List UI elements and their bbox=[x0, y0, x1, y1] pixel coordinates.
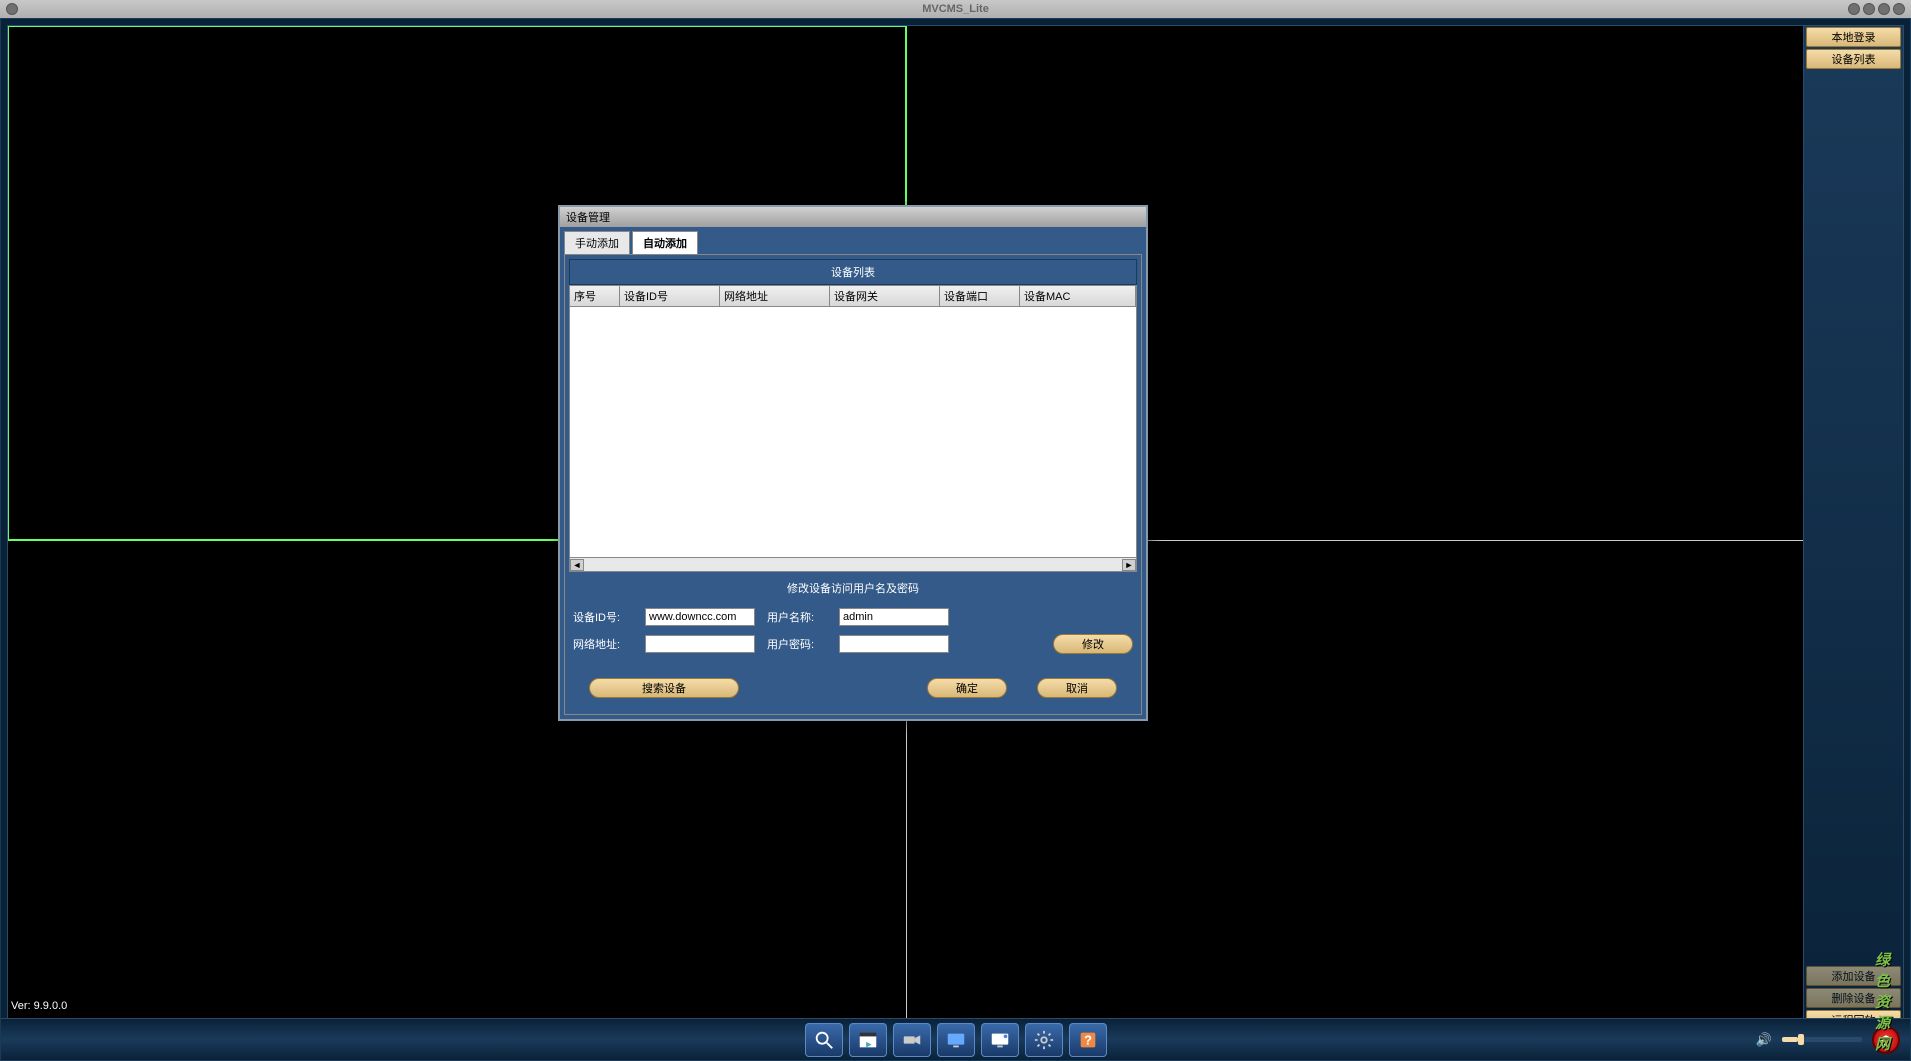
monitor-tool-button[interactable] bbox=[937, 1023, 975, 1057]
col-seq[interactable]: 序号 bbox=[570, 286, 620, 306]
device-id-label: 设备ID号: bbox=[573, 609, 633, 625]
minimize-button[interactable] bbox=[1848, 3, 1860, 15]
clapper-tool-button[interactable] bbox=[849, 1023, 887, 1057]
search-tool-button[interactable] bbox=[805, 1023, 843, 1057]
close-button[interactable] bbox=[1893, 3, 1905, 15]
net-addr-label: 网络地址: bbox=[573, 636, 633, 652]
device-list-button[interactable]: 设备列表 bbox=[1806, 49, 1901, 69]
device-manage-dialog: 设备管理 手动添加 自动添加 设备列表 序号 设备ID号 网络地址 设备网关 设… bbox=[558, 205, 1148, 721]
ok-button[interactable]: 确定 bbox=[927, 678, 1007, 698]
os-titlebar: MVCMS_Lite bbox=[0, 0, 1911, 18]
scroll-left-icon[interactable]: ◄ bbox=[570, 559, 584, 571]
username-label: 用户名称: bbox=[767, 609, 827, 625]
help-tool-button[interactable]: ? bbox=[1069, 1023, 1107, 1057]
col-id[interactable]: 设备ID号 bbox=[620, 286, 720, 306]
bottom-toolbar: ? 🔊 绿色资源网 bbox=[1, 1018, 1910, 1060]
device-list-table: 序号 设备ID号 网络地址 设备网关 设备端口 设备MAC ◄ ► bbox=[569, 285, 1137, 572]
tab-manual-add[interactable]: 手动添加 bbox=[564, 231, 630, 254]
password-label: 用户密码: bbox=[767, 636, 827, 652]
titlebar-menu-icon[interactable] bbox=[6, 3, 18, 15]
restore-button[interactable] bbox=[1878, 3, 1890, 15]
device-list-body[interactable] bbox=[570, 307, 1136, 557]
col-mac[interactable]: 设备MAC bbox=[1020, 286, 1136, 306]
password-input[interactable] bbox=[839, 635, 949, 653]
dialog-title[interactable]: 设备管理 bbox=[560, 207, 1146, 227]
watermark-text: 绿色资源网 bbox=[1875, 949, 1890, 1054]
display-tool-button[interactable] bbox=[981, 1023, 1019, 1057]
svg-text:?: ? bbox=[1084, 1032, 1092, 1047]
device-id-input[interactable] bbox=[645, 608, 755, 626]
scroll-right-icon[interactable]: ► bbox=[1122, 559, 1136, 571]
local-login-button[interactable]: 本地登录 bbox=[1806, 27, 1901, 47]
col-addr[interactable]: 网络地址 bbox=[720, 286, 830, 306]
version-label: Ver: 9.9.0.0 bbox=[11, 1000, 67, 1012]
tab-auto-add[interactable]: 自动添加 bbox=[632, 231, 698, 254]
settings-tool-button[interactable] bbox=[1025, 1023, 1063, 1057]
speaker-icon[interactable]: 🔊 bbox=[1756, 1032, 1772, 1048]
right-sidebar: 本地登录 设备列表 添加设备 删除设备 远程回放 远程云台控制 bbox=[1803, 26, 1903, 1053]
volume-slider[interactable] bbox=[1782, 1037, 1862, 1042]
col-port[interactable]: 设备端口 bbox=[940, 286, 1020, 306]
maximize-button[interactable] bbox=[1863, 3, 1875, 15]
device-list-header: 设备列表 bbox=[569, 259, 1137, 285]
net-addr-input[interactable] bbox=[645, 635, 755, 653]
modify-credentials-header: 修改设备访问用户名及密码 bbox=[569, 576, 1137, 600]
col-gateway[interactable]: 设备网关 bbox=[830, 286, 940, 306]
username-input[interactable] bbox=[839, 608, 949, 626]
modify-button[interactable]: 修改 bbox=[1053, 634, 1133, 654]
horizontal-scrollbar[interactable]: ◄ ► bbox=[570, 557, 1136, 571]
window-title: MVCMS_Lite bbox=[922, 3, 989, 15]
search-device-button[interactable]: 搜索设备 bbox=[589, 678, 739, 698]
cancel-button[interactable]: 取消 bbox=[1037, 678, 1117, 698]
camera-tool-button[interactable] bbox=[893, 1023, 931, 1057]
